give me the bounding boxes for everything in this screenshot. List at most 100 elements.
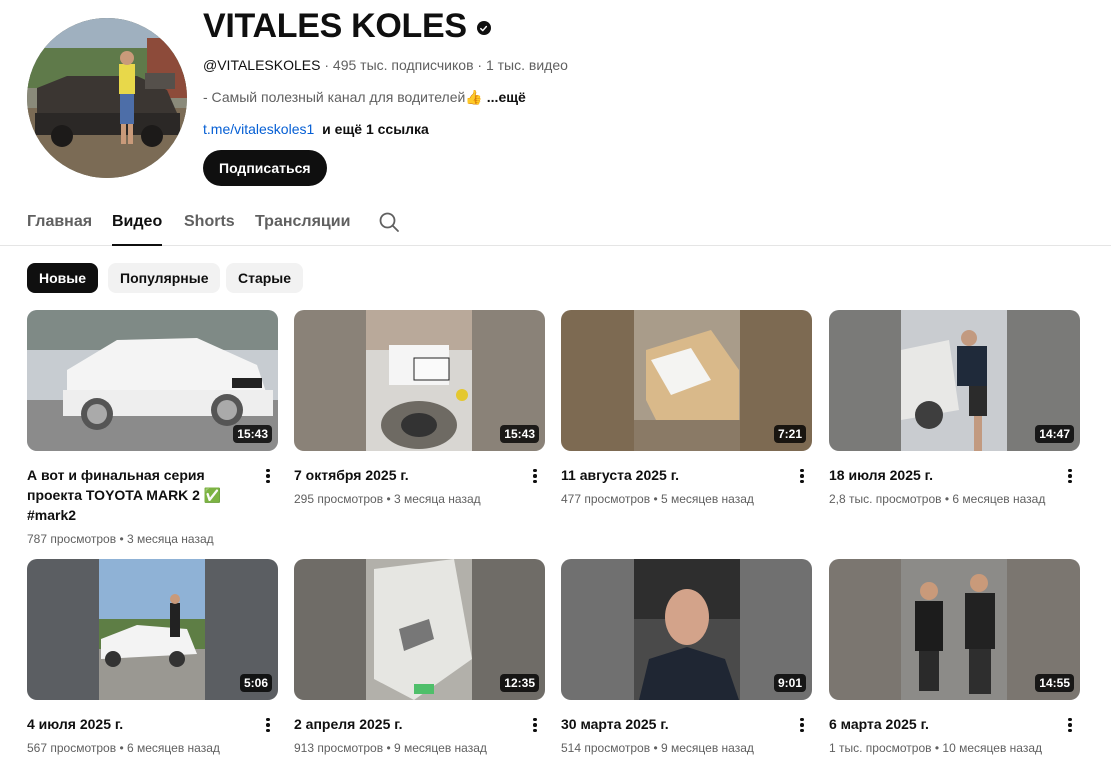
video-duration: 7:21: [773, 425, 806, 443]
video-age: 5 месяцев назад: [660, 492, 754, 506]
video-age: 10 месяцев назад: [942, 741, 1042, 755]
video-title[interactable]: А вот и финальная серия проекта TOYOTA M…: [27, 465, 252, 525]
meta-dot: •: [653, 741, 658, 755]
meta-dot: •: [119, 741, 124, 755]
video-title[interactable]: 18 июля 2025 г.: [829, 465, 1054, 485]
more-options-icon[interactable]: [1062, 466, 1078, 486]
description-text: - Самый полезный канал для водителей👍: [203, 89, 483, 105]
video-card[interactable]: 15:43 А вот и финальная серия проекта TO…: [27, 310, 278, 547]
telegram-link[interactable]: t.me/vitaleskoles1: [203, 121, 314, 137]
video-meta: 567 просмотров • 6 месяцев назад: [27, 740, 278, 756]
video-views: 1 тыс. просмотров: [829, 741, 932, 755]
video-card[interactable]: 15:43 7 октября 2025 г. 295 просмотров •…: [294, 310, 545, 507]
channel-tabs: Главная Видео Shorts Трансляции: [0, 200, 1111, 246]
video-card[interactable]: 9:01 30 марта 2025 г. 514 просмотров • 9…: [561, 559, 812, 756]
video-duration: 5:06: [239, 674, 272, 692]
video-count: 1 тыс. видео: [485, 57, 568, 73]
video-meta: 787 просмотров • 3 месяца назад: [27, 531, 278, 547]
more-options-icon[interactable]: [1062, 715, 1078, 735]
tab-home[interactable]: Главная: [27, 212, 92, 232]
video-age: 9 месяцев назад: [393, 741, 487, 755]
channel-description[interactable]: - Самый полезный канал для водителей👍...…: [203, 88, 526, 106]
video-title[interactable]: 11 августа 2025 г.: [561, 465, 786, 485]
video-meta: 1 тыс. просмотров • 10 месяцев назад: [829, 740, 1080, 756]
verified-check-icon: [476, 21, 491, 35]
meta-dot: •: [653, 492, 658, 506]
more-options-icon[interactable]: [527, 466, 543, 486]
meta-dot: •: [944, 492, 950, 506]
video-duration: 15:43: [233, 425, 272, 443]
more-options-icon[interactable]: [260, 715, 276, 735]
video-age: 3 месяца назад: [393, 492, 481, 506]
video-views: 2,8 тыс. просмотров: [829, 492, 942, 506]
meta-dot: •: [119, 532, 124, 546]
video-views: 787 просмотров: [27, 532, 117, 546]
video-thumbnail[interactable]: 5:06: [27, 559, 278, 700]
video-meta: 913 просмотров • 9 месяцев назад: [294, 740, 545, 756]
more-options-icon[interactable]: [260, 466, 276, 486]
video-thumbnail[interactable]: 14:55: [829, 559, 1080, 700]
video-thumbnail[interactable]: 7:21: [561, 310, 812, 451]
video-card[interactable]: 5:06 4 июля 2025 г. 567 просмотров • 6 м…: [27, 559, 278, 756]
description-more-link[interactable]: ...ещё: [487, 89, 526, 105]
more-options-icon[interactable]: [527, 715, 543, 735]
subscriber-count: 495 тыс. подписчиков: [332, 57, 474, 73]
video-views: 477 просмотров: [561, 492, 651, 506]
tab-videos[interactable]: Видео: [112, 212, 163, 246]
meta-dot: •: [386, 741, 391, 755]
video-age: 6 месяцев назад: [126, 741, 220, 755]
meta-dot: •: [386, 492, 391, 506]
video-thumbnail[interactable]: 14:47: [829, 310, 1080, 451]
channel-title-row: VITALES KOLES: [203, 6, 491, 46]
tab-shorts[interactable]: Shorts: [184, 212, 235, 232]
avatar-photo: [27, 18, 187, 178]
video-views: 567 просмотров: [27, 741, 117, 755]
chip-newest[interactable]: Новые: [27, 263, 99, 293]
video-duration: 15:43: [500, 425, 539, 443]
meta-separator: ·: [477, 57, 483, 73]
channel-name: VITALES KOLES: [203, 7, 467, 45]
video-card[interactable]: 12:35 2 апреля 2025 г. 913 просмотров • …: [294, 559, 545, 756]
video-title[interactable]: 4 июля 2025 г.: [27, 714, 252, 734]
chip-oldest[interactable]: Старые: [226, 263, 304, 293]
channel-handle: @VITALESKOLES: [203, 57, 321, 73]
video-duration: 12:35: [500, 674, 539, 692]
video-duration: 14:55: [1035, 674, 1074, 692]
video-age: 3 месяца назад: [126, 532, 214, 546]
video-meta: 295 просмотров • 3 месяца назад: [294, 491, 545, 507]
video-thumbnail[interactable]: 9:01: [561, 559, 812, 700]
video-views: 514 просмотров: [561, 741, 651, 755]
video-thumbnail[interactable]: 12:35: [294, 559, 545, 700]
subscribe-button[interactable]: Подписаться: [203, 150, 327, 186]
video-views: 295 просмотров: [294, 492, 384, 506]
video-title[interactable]: 6 марта 2025 г.: [829, 714, 1054, 734]
video-thumbnail[interactable]: 15:43: [27, 310, 278, 451]
more-options-icon[interactable]: [794, 715, 810, 735]
channel-avatar[interactable]: [27, 18, 187, 178]
channel-meta: @VITALESKOLES · 495 тыс. подписчиков · 1…: [203, 56, 568, 74]
more-links-button[interactable]: и ещё 1 ссылка: [322, 121, 429, 137]
video-title[interactable]: 30 марта 2025 г.: [561, 714, 786, 734]
meta-dot: •: [934, 741, 940, 755]
video-card[interactable]: 7:21 11 августа 2025 г. 477 просмотров •…: [561, 310, 812, 507]
video-duration: 14:47: [1035, 425, 1074, 443]
video-meta: 477 просмотров • 5 месяцев назад: [561, 491, 812, 507]
tab-live[interactable]: Трансляции: [255, 212, 350, 232]
meta-separator: ·: [324, 57, 330, 73]
video-card[interactable]: 14:55 6 марта 2025 г. 1 тыс. просмотров …: [829, 559, 1080, 756]
video-age: 9 месяцев назад: [660, 741, 754, 755]
video-meta: 2,8 тыс. просмотров • 6 месяцев назад: [829, 491, 1080, 507]
video-age: 6 месяцев назад: [952, 492, 1046, 506]
chip-popular[interactable]: Популярные: [108, 263, 221, 293]
video-meta: 514 просмотров • 9 месяцев назад: [561, 740, 812, 756]
channel-page: VITALES KOLES @VITALESKOLES · 495 тыс. п…: [0, 0, 1111, 774]
video-views: 913 просмотров: [294, 741, 384, 755]
video-thumbnail[interactable]: 15:43: [294, 310, 545, 451]
video-title[interactable]: 7 октября 2025 г.: [294, 465, 519, 485]
search-icon[interactable]: [377, 210, 401, 239]
channel-links: t.me/vitaleskoles1 и ещё 1 ссылка: [203, 120, 429, 138]
video-duration: 9:01: [773, 674, 806, 692]
video-card[interactable]: 14:47 18 июля 2025 г. 2,8 тыс. просмотро…: [829, 310, 1080, 507]
video-title[interactable]: 2 апреля 2025 г.: [294, 714, 519, 734]
more-options-icon[interactable]: [794, 466, 810, 486]
